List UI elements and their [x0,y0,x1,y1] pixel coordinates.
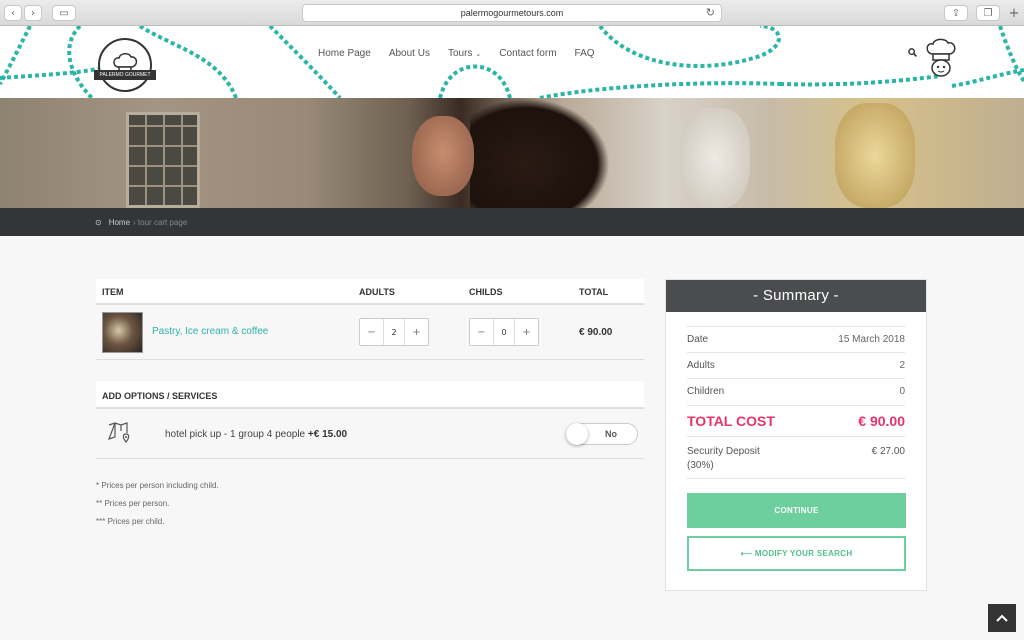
summary-label: Children [687,386,725,398]
back-icon[interactable]: ‹ [4,5,22,21]
nav-contact[interactable]: Contact form [490,48,565,61]
summary-row-children: Children 0 [687,379,905,406]
breadcrumb-current: › tour cart page [133,217,188,227]
summary-value: 0 [899,386,905,398]
summary-label: Date [687,333,709,345]
summary-value: 2 [899,359,905,371]
note-line: *** Prices per child. [96,517,165,526]
price-notes: * Prices per person including child. ** … [96,477,219,531]
nav-faq[interactable]: FAQ [566,48,604,61]
sidebar-icon[interactable]: ▭ [52,5,76,21]
table-row: Pastry, Ice cream & coffee − 2 + − 0 + €… [96,305,644,360]
summary-total: TOTAL COST € 90.00 [687,406,905,437]
note-line: ** Prices per person. [96,499,170,508]
header-adults: ADULTS [359,287,395,297]
nav-about[interactable]: About Us [380,48,439,61]
option-text: hotel pick up - 1 group 4 people [165,429,306,440]
hero-statue [680,108,750,208]
search-icon[interactable] [908,48,917,60]
chevron-down-icon: ⌄ [475,51,482,58]
header-total: TOTAL [579,287,609,297]
scroll-to-top-button[interactable] [988,604,1016,632]
cart-table-header: ITEM ADULTS CHILDS TOTAL [96,279,644,305]
hero-golden-statue [835,103,915,208]
childs-increment-button[interactable]: + [515,319,538,345]
adults-stepper: − 2 + [359,318,429,346]
site-header: PALERMO GOURMET TOURS Home Page About Us… [0,26,1024,98]
summary-panel: - Summary - Date 15 March 2018 Adults 2 … [665,279,927,591]
forward-icon[interactable]: › [24,5,42,21]
address-bar[interactable]: palermogourmetours.com ↻ [302,4,722,22]
breadcrumb-home[interactable]: Home [109,218,130,227]
summary-body: Date 15 March 2018 Adults 2 Children 0 T… [687,326,905,479]
chef-mascot-icon [926,38,956,77]
tour-name-link[interactable]: Pastry, Ice cream & coffee [152,326,268,337]
options-heading: ADD OPTIONS / SERVICES [96,381,644,409]
location-pin-icon: ⊙ [95,217,102,227]
option-price: +€ 15.00 [307,429,348,440]
summary-row-date: Date 15 March 2018 [687,326,905,353]
childs-value[interactable]: 0 [493,319,515,345]
tour-thumbnail[interactable] [102,312,143,353]
url-text: palermogourmetours.com [460,8,564,18]
nav-tours-label: Tours [447,48,473,59]
summary-deposit: Security Deposit (30%) € 27.00 [687,437,905,479]
continue-button[interactable]: CONTINUE [687,493,906,528]
hero-banner-image [0,98,1024,208]
option-row: hotel pick up - 1 group 4 people +€ 15.0… [96,409,644,459]
new-tab-icon[interactable]: + [1006,5,1022,21]
summary-value: 15 March 2018 [838,333,905,345]
chevron-up-icon [996,614,1008,622]
total-label: TOTAL COST [687,412,775,429]
summary-row-adults: Adults 2 [687,353,905,379]
main-nav: Home Page About Us Tours ⌄ Contact form F… [318,48,604,61]
note-line: * Prices per person including child. [96,481,219,490]
summary-title: - Summary - [666,280,926,312]
adults-value[interactable]: 2 [383,319,405,345]
browser-toolbar: ‹ › ▭ palermogourmetours.com ↻ ⇪ ❐ + [0,0,1024,26]
building-window [126,112,200,208]
option-toggle[interactable]: No [566,423,638,445]
tabs-icon[interactable]: ❐ [976,5,1000,21]
breadcrumb: ⊙ Home › tour cart page [0,208,1024,236]
hero-person [470,98,610,208]
total-value: € 90.00 [858,412,905,429]
header-childs: CHILDS [469,287,503,297]
childs-stepper: − 0 + [469,318,539,346]
adults-decrement-button[interactable]: − [360,319,383,345]
nav-tours[interactable]: Tours ⌄ [439,48,490,61]
nav-home[interactable]: Home Page [318,48,380,61]
cart-table: ITEM ADULTS CHILDS TOTAL Pastry, Ice cre… [96,279,644,459]
adults-increment-button[interactable]: + [405,319,428,345]
childs-decrement-button[interactable]: − [470,319,493,345]
header-item: ITEM [102,287,124,297]
site-logo[interactable]: PALERMO GOURMET TOURS [94,38,156,92]
deposit-value: € 27.00 [871,445,905,457]
toggle-knob[interactable] [566,423,588,445]
hero-person-face [412,116,474,196]
summary-label: Adults [687,359,715,371]
logo-ribbon: PALERMO GOURMET TOURS [94,70,156,88]
share-icon[interactable]: ⇪ [944,5,968,21]
option-description: hotel pick up - 1 group 4 people +€ 15.0… [165,429,347,440]
map-pin-icon [107,422,130,443]
toggle-label: No [605,429,617,439]
deposit-label: Security Deposit (30%) [687,445,760,471]
reload-icon[interactable]: ↻ [706,6,715,19]
dotted-pattern-decoration [0,26,1024,98]
modify-search-button[interactable]: ⟵ MODIFY YOUR SEARCH [687,536,906,571]
item-total: € 90.00 [579,327,613,338]
